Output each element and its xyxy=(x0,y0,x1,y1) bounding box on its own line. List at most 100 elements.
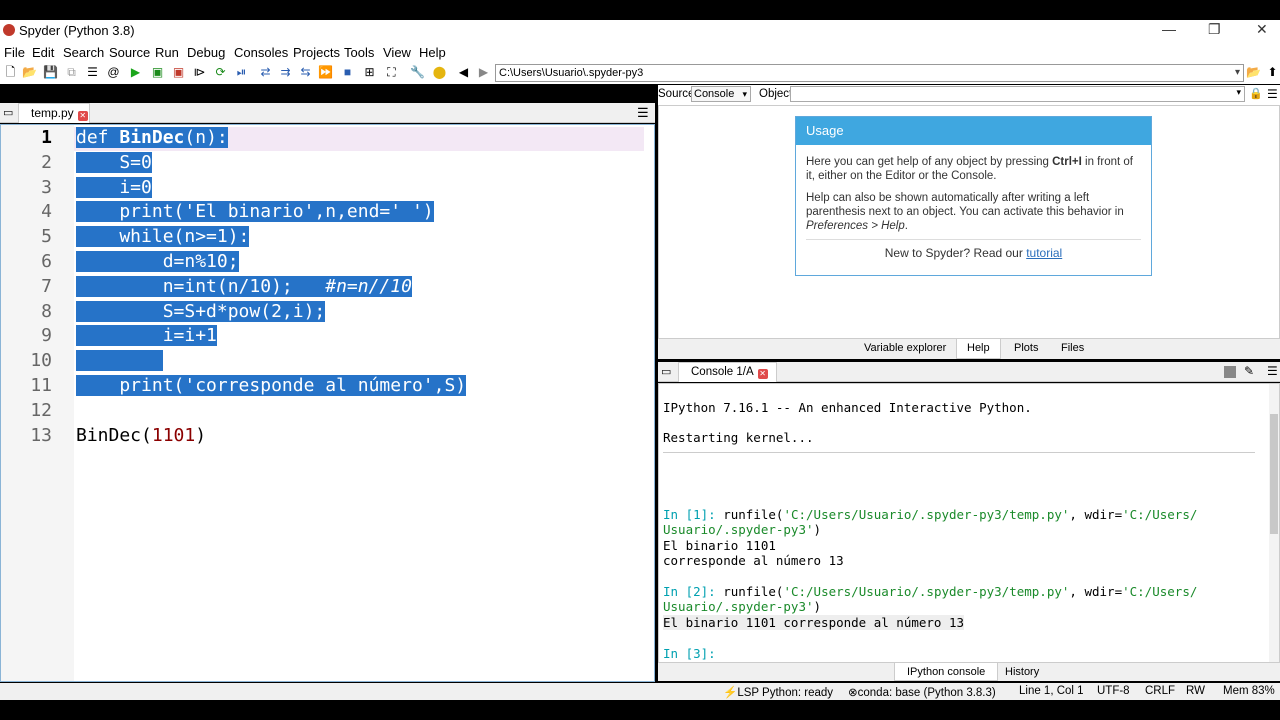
tab-variable-explorer[interactable]: Variable explorer xyxy=(864,342,946,354)
lock-icon[interactable]: 🔒 xyxy=(1249,87,1263,100)
tab-console-1a[interactable]: Console 1/A ✕ xyxy=(678,362,777,382)
browse-folder-icon[interactable]: 📂 xyxy=(1246,65,1261,80)
cursor-position: Line 1, Col 1 xyxy=(1019,685,1084,697)
menu-edit[interactable]: Edit xyxy=(32,45,54,60)
help-toolbar: Source Console ▾ Object ▾ 🔒 ☰ xyxy=(658,85,1280,105)
run-icon[interactable]: ▶ xyxy=(128,65,143,80)
help-pane: Usage Here you can get help of any objec… xyxy=(658,105,1280,339)
menu-run[interactable]: Run xyxy=(155,45,179,60)
tab-files[interactable]: Files xyxy=(1061,342,1084,354)
debug-step-icon[interactable]: ⇄ xyxy=(258,65,273,80)
tab-ipython-console[interactable]: IPython console xyxy=(894,663,999,681)
menu-file[interactable]: File xyxy=(4,45,25,60)
console-in3[interactable]: In [3]: xyxy=(663,646,723,661)
interrupt-kernel-icon[interactable] xyxy=(1224,366,1236,378)
object-input[interactable]: ▾ xyxy=(790,86,1245,102)
code-line: i=0 xyxy=(76,176,152,198)
parent-directory-icon[interactable]: ⬆ xyxy=(1265,65,1280,80)
new-file-icon[interactable]: 🗋 xyxy=(3,65,18,80)
menu-source[interactable]: Source xyxy=(109,45,150,60)
debug-icon[interactable]: ⏯ xyxy=(234,65,249,80)
python-path-icon[interactable]: ⬤ xyxy=(432,65,447,80)
menu-help[interactable]: Help xyxy=(419,45,446,60)
code-line: n=int(n/10); #n=n//10 xyxy=(76,275,412,297)
save-icon[interactable]: 💾 xyxy=(43,65,58,80)
code-editor[interactable]: 1 2 3 4 5 6 7 8 9 10 11 12 13 def BinDec(n): S=0 i=0… xyxy=(0,124,655,682)
lsp-icon: ⚡ xyxy=(723,687,738,699)
back-arrow-icon[interactable]: ◀ xyxy=(456,65,471,80)
close-tab-icon[interactable]: ✕ xyxy=(77,111,88,121)
tab-temp-py[interactable]: temp.py ✕ xyxy=(18,103,90,123)
usage-paragraph-1: Here you can get help of any object by p… xyxy=(806,156,1133,182)
menu-view[interactable]: View xyxy=(383,45,411,60)
usage-title: Usage xyxy=(796,117,1151,145)
menu-debug[interactable]: Debug xyxy=(187,45,225,60)
console-in2-line1: In [2]: runfile('C:/Users/Usuario/.spyde… xyxy=(663,584,1198,599)
run-cell-icon[interactable]: ▣ xyxy=(150,65,165,80)
tab-help[interactable]: Help xyxy=(956,339,1001,359)
status-bar: ⚡LSP Python: ready ⊗conda: base (Python … xyxy=(0,683,1280,700)
console-options-icon[interactable]: ☰ xyxy=(1267,364,1278,378)
line-number: 7 xyxy=(41,275,52,297)
save-all-icon[interactable]: ⧉ xyxy=(64,65,79,80)
browse-consoles-icon[interactable]: ▭ xyxy=(661,365,671,378)
browse-tabs-icon[interactable]: ▭ xyxy=(3,106,13,119)
console-out1-b: corresponde al número 13 xyxy=(663,553,844,568)
editor-options-icon[interactable]: ☰ xyxy=(637,105,649,121)
scrollbar-thumb[interactable] xyxy=(1270,414,1278,534)
encoding-status: UTF-8 xyxy=(1097,685,1130,697)
close-button[interactable]: ✕ xyxy=(1256,21,1268,38)
line-number: 4 xyxy=(41,201,52,223)
line-number: 1 xyxy=(41,127,52,148)
debug-step-return-icon[interactable]: ⇆ xyxy=(298,65,313,80)
run-selection-icon[interactable]: ⟳ xyxy=(213,65,228,80)
code-line: while(n>=1): xyxy=(76,226,250,248)
run-cell-advance-icon[interactable]: ▣ xyxy=(171,65,186,80)
menu-tools[interactable]: Tools xyxy=(344,45,374,60)
tab-history[interactable]: History xyxy=(1005,666,1039,678)
code-line: S=0 xyxy=(76,151,152,173)
usage-divider xyxy=(806,239,1141,240)
console-scrollbar[interactable] xyxy=(1269,384,1279,662)
menu-projects[interactable]: Projects xyxy=(293,45,340,60)
debug-step-into-icon[interactable]: ⇉ xyxy=(278,65,293,80)
fullscreen-icon[interactable]: ⛶ xyxy=(384,65,399,80)
toolbar: 🗋 📂 💾 ⧉ ☰ @ ▶ ▣ ▣ ⧐ ⟳ ⏯ ⇄ ⇉ ⇆ ⏩ ■ ⊞ ⛶ 🔧 … xyxy=(0,62,1280,84)
console-in1-line1: In [1]: runfile('C:/Users/Usuario/.spyde… xyxy=(663,507,1198,522)
outline-icon[interactable]: ☰ xyxy=(85,65,100,80)
preferences-icon[interactable]: 🔧 xyxy=(410,65,425,80)
memory-status: Mem 83% xyxy=(1223,685,1275,697)
restore-button[interactable]: ❐ xyxy=(1208,21,1221,38)
chevron-down-icon[interactable]: ▾ xyxy=(1235,65,1240,81)
at-icon[interactable]: @ xyxy=(106,65,121,80)
editor-tab-bar: ▭ temp.py ✕ ☰ xyxy=(0,103,655,123)
console-in1-line2: Usuario/.spyder-py3') xyxy=(663,522,822,537)
debug-stop-icon[interactable]: ■ xyxy=(340,65,355,80)
object-label: Object xyxy=(759,88,793,100)
code-line: print('corresponde al número',S) xyxy=(76,375,467,396)
working-directory-input[interactable]: C:\Users\Usuario\.spyder-py3 ▾ xyxy=(495,64,1244,82)
code-line: i=i+1 xyxy=(76,325,217,347)
help-options-icon[interactable]: ☰ xyxy=(1267,87,1278,101)
line-number: 9 xyxy=(41,325,52,347)
tab-plots[interactable]: Plots xyxy=(1014,342,1038,354)
ipython-console[interactable]: IPython 7.16.1 -- An enhanced Interactiv… xyxy=(658,383,1280,663)
console-tab-label: Console 1/A xyxy=(691,366,754,378)
menu-search[interactable]: Search xyxy=(63,45,104,60)
code-line: d=n%10; xyxy=(76,251,239,272)
conda-status: ⊗conda: base (Python 3.8.3) xyxy=(848,687,996,699)
clear-console-icon[interactable]: ✎ xyxy=(1244,364,1254,378)
maximize-pane-icon[interactable]: ⊞ xyxy=(362,65,377,80)
forward-arrow-icon[interactable]: ▶ xyxy=(476,65,491,80)
re-run-icon[interactable]: ⧐ xyxy=(192,65,207,80)
debug-continue-icon[interactable]: ⏩ xyxy=(318,65,333,80)
minimize-button[interactable]: — xyxy=(1162,21,1176,37)
tutorial-link[interactable]: tutorial xyxy=(1026,246,1062,260)
spyder-logo-icon xyxy=(3,24,15,36)
menu-consoles[interactable]: Consoles xyxy=(234,45,288,60)
close-console-icon[interactable]: ✕ xyxy=(757,369,768,379)
source-select[interactable]: Console ▾ xyxy=(691,86,751,102)
mode-status: RW xyxy=(1186,685,1205,697)
help-pane-tabs: Variable explorer Help Plots Files xyxy=(658,339,1280,359)
open-file-icon[interactable]: 📂 xyxy=(22,65,37,80)
